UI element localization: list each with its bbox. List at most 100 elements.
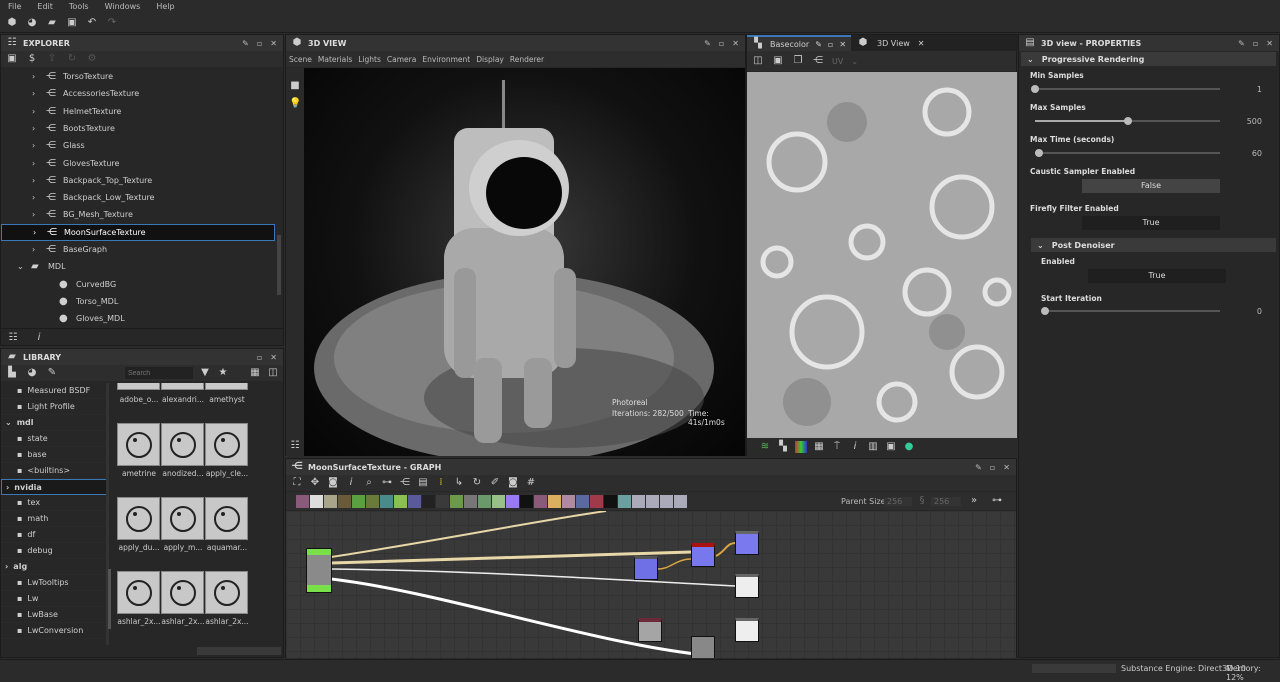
node-palette-button[interactable] — [380, 494, 393, 508]
node-palette-button[interactable] — [338, 494, 351, 508]
section-post-denoiser[interactable]: ⌄ Post Denoiser — [1031, 238, 1276, 252]
node-palette-button[interactable] — [422, 494, 435, 508]
graph-tree-icon[interactable]: ⋲ — [399, 477, 411, 489]
thumbnail-toggle-icon[interactable]: ◫ — [267, 367, 279, 379]
explorer-item[interactable]: › ⋲ TorsoTexture — [1, 68, 275, 85]
link-icon[interactable]: ↳ — [453, 477, 465, 489]
node-palette-button[interactable] — [464, 494, 477, 508]
add-resource-icon[interactable]: ◕ — [26, 367, 38, 379]
material-thumbnail[interactable] — [117, 571, 160, 614]
3d-menu-scene[interactable]: Scene — [289, 55, 312, 64]
start-iteration-value[interactable]: 0 — [1222, 307, 1262, 316]
3d-menu-materials[interactable]: Materials — [318, 55, 352, 64]
screenshot-icon[interactable]: ◙ — [327, 477, 339, 489]
graph-node-input[interactable] — [306, 548, 332, 593]
node-palette-button[interactable] — [604, 494, 617, 508]
pin-icon[interactable]: ✎ — [1238, 39, 1245, 48]
node-palette-button[interactable] — [674, 494, 687, 508]
parent-size-height-select[interactable]: 256 — [931, 496, 961, 506]
explorer-item[interactable]: › ⋲ Glass — [1, 137, 275, 154]
3d-menu-camera[interactable]: Camera — [387, 55, 416, 64]
3d-viewport[interactable]: Photoreal Iterations: 282/500 Time: 41s/… — [304, 68, 745, 456]
node-palette-button[interactable] — [394, 494, 407, 508]
explorer-item[interactable]: › ⋲ MoonSurfaceTexture — [1, 223, 275, 241]
info-icon[interactable]: i — [345, 477, 357, 489]
grid-view-icon[interactable]: ▦ — [249, 367, 261, 379]
menu-tools[interactable]: Tools — [61, 0, 97, 13]
save-icon[interactable]: ▣ — [66, 17, 78, 29]
new-folder-icon[interactable]: ▙ — [6, 367, 18, 379]
redo-icon[interactable]: ↷ — [106, 17, 118, 29]
tools-icon[interactable]: ✐ — [489, 477, 501, 489]
min-samples-slider[interactable] — [1031, 85, 1220, 93]
library-tree-item[interactable]: ▪ <builtins> — [1, 463, 106, 479]
max-time-value[interactable]: 60 — [1222, 149, 1262, 158]
explorer-item[interactable]: › ⋲ BG_Mesh_Texture — [1, 206, 275, 223]
node-palette-button[interactable] — [576, 494, 589, 508]
chevron-right-icon[interactable]: › — [32, 176, 35, 185]
edit-icon[interactable]: ✎ — [46, 367, 58, 379]
graph-node-levels[interactable] — [638, 618, 662, 642]
library-tree-item[interactable]: ▪ LwBase — [1, 607, 106, 623]
denoiser-enabled-toggle[interactable]: True — [1088, 269, 1226, 283]
explorer-item[interactable]: › ⋲ BootsTexture — [1, 120, 275, 137]
node-palette-button[interactable] — [618, 494, 631, 508]
explorer-item[interactable]: › ⋲ HelmetTexture — [1, 103, 275, 120]
library-h-scrollbar[interactable] — [197, 647, 281, 655]
chevron-right-icon[interactable]: › — [32, 141, 35, 150]
library-tree-item[interactable]: › nvidia — [1, 479, 106, 495]
explorer-item[interactable]: ⌄ ▰ MDL — [1, 258, 275, 275]
node-settings-icon[interactable]: ⊶ — [991, 495, 1003, 507]
node-palette-button[interactable] — [478, 494, 491, 508]
node-palette-button[interactable] — [548, 494, 561, 508]
3d-menu-environment[interactable]: Environment — [422, 55, 470, 64]
frame-all-icon[interactable]: ⛶ — [291, 477, 303, 489]
node-palette-button[interactable] — [492, 494, 505, 508]
tiling-icon[interactable]: ▦ — [813, 441, 825, 453]
library-tree-item[interactable]: ▪ state — [1, 431, 106, 447]
node-palette-button[interactable] — [534, 494, 547, 508]
display-icon[interactable]: ▣ — [885, 441, 897, 453]
chevron-right-icon[interactable]: › — [32, 72, 35, 81]
channel-icon[interactable]: ⍑ — [831, 441, 843, 453]
material-thumbnail[interactable] — [161, 497, 204, 540]
node-palette-button[interactable] — [436, 494, 449, 508]
camera-icon[interactable]: ■ — [289, 80, 301, 92]
menu-windows[interactable]: Windows — [97, 0, 149, 13]
graph-node-normal-blend[interactable] — [691, 543, 715, 567]
node-palette-button[interactable] — [450, 494, 463, 508]
library-tree-item[interactable]: ⌄ mdl — [1, 415, 106, 431]
chevron-right-icon[interactable]: › — [32, 210, 35, 219]
undo-icon[interactable]: ↶ — [86, 17, 98, 29]
material-thumbnail[interactable] — [205, 423, 248, 466]
material-thumbnail[interactable] — [117, 383, 160, 390]
library-tree-item[interactable]: ▪ Measured BSDF — [1, 383, 106, 399]
3d-menu-renderer[interactable]: Renderer — [510, 55, 544, 64]
max-samples-value[interactable]: 500 — [1222, 117, 1262, 126]
graph-node-output-roughness[interactable] — [735, 618, 759, 642]
node-palette-button[interactable] — [310, 494, 323, 508]
material-thumbnail[interactable] — [205, 383, 248, 390]
settings-icon[interactable]: ⚙ — [86, 53, 98, 65]
maximize-icon[interactable]: ▫ — [828, 40, 833, 49]
chevron-right-icon[interactable]: › — [33, 228, 36, 237]
library-tree-scrollbar[interactable] — [108, 569, 111, 629]
export-icon[interactable]: ⇪ — [46, 53, 58, 65]
color-gradient-icon[interactable] — [795, 441, 807, 453]
explorer-item[interactable]: ● CurvedBG — [1, 276, 275, 293]
reload-icon[interactable]: ↻ — [66, 53, 78, 65]
maximize-icon[interactable]: ▫ — [257, 39, 262, 48]
chevron-right-icon[interactable]: › — [32, 159, 35, 168]
node-palette-button[interactable] — [632, 494, 645, 508]
caustic-sampler-toggle[interactable]: False — [1082, 179, 1220, 193]
chevron-right-icon[interactable]: › — [32, 245, 35, 254]
close-icon[interactable]: ✕ — [1003, 463, 1010, 472]
new-graph-icon[interactable]: ◕ — [26, 17, 38, 29]
explorer-item[interactable]: › ⋲ BaseGraph — [1, 241, 275, 258]
open-folder-icon[interactable]: ▰ — [46, 17, 58, 29]
material-thumbnail[interactable] — [161, 423, 204, 466]
material-thumbnail[interactable] — [205, 571, 248, 614]
node-palette-button[interactable] — [366, 494, 379, 508]
explorer-item[interactable]: ● Gloves_MDL — [1, 310, 275, 327]
graph-node-output-height[interactable] — [735, 574, 759, 598]
